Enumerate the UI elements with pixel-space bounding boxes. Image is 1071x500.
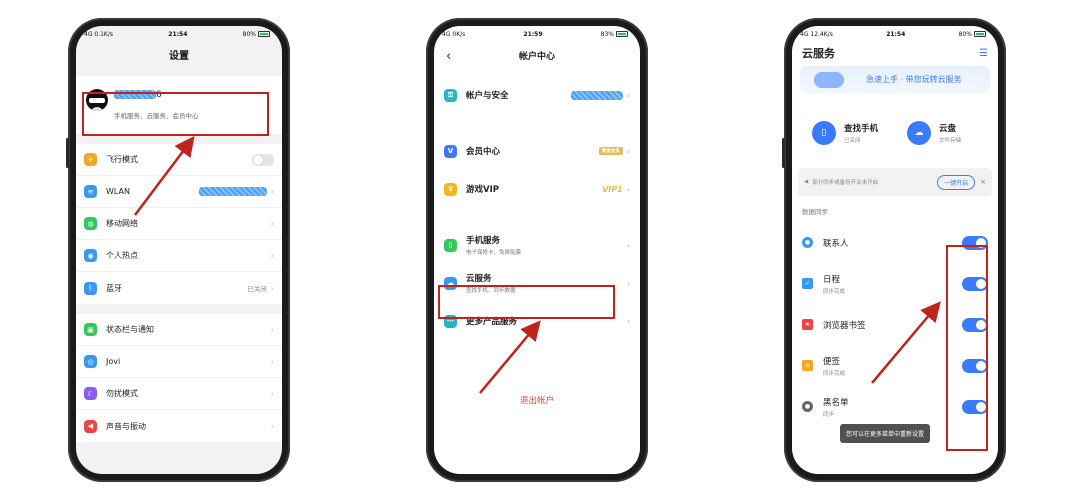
feature-tiles: ▯ 查找手机 已关闭 ☁ 云盘 文件存储 (800, 104, 990, 162)
highlight-box-profile (82, 92, 269, 136)
settings-row-dnd[interactable]: ☾ 勿扰模式 › (76, 378, 282, 410)
settings-row-mobile-network[interactable]: ◍ 移动网络 › (76, 208, 282, 240)
status-bar: 4G 0.1K/s 21:54 80% (76, 26, 282, 42)
airplane-toggle[interactable] (252, 153, 274, 166)
row-game-vip[interactable]: ♛ 游戏VIP VIP1 › (434, 170, 640, 208)
tutorial-banner[interactable]: 急速上手 · 带您玩转云服务 (800, 66, 990, 94)
settings-row-bluetooth[interactable]: ᛒ 蓝牙 已关闭 › (76, 272, 282, 304)
airplane-icon: ✈ (84, 153, 97, 166)
settings-row-wlan[interactable]: ≋ WLAN › (76, 176, 282, 208)
row-phone-service[interactable]: ▯ 手机服务 电子保修卡、免费贴膜 › (434, 226, 640, 264)
menu-icon[interactable]: ☰ (979, 48, 988, 59)
chevron-right-icon: › (270, 421, 274, 431)
tile-find-phone[interactable]: ▯ 查找手机 已关闭 (800, 104, 895, 162)
chevron-right-icon: › (270, 283, 274, 293)
vip-level: VIP1 (602, 184, 623, 194)
chevron-right-icon: › (626, 278, 630, 288)
row-account-security[interactable]: ⚿ 帐户与安全 › (434, 76, 640, 114)
page-header: 云服务 ☰ (792, 42, 998, 64)
settings-row-statusbar[interactable]: ▣ 状态栏与通知 › (76, 314, 282, 346)
cloud-drive-icon: ☁ (907, 121, 931, 145)
settings-row-airplane[interactable]: ✈ 飞行模式 (76, 144, 282, 176)
contact-icon: ● (802, 237, 813, 248)
member-badge: 黄金会员 (598, 147, 623, 155)
back-arrow-icon[interactable]: ‹ (446, 42, 451, 72)
key-icon: ⚿ (444, 88, 457, 102)
notification-icon: ▣ (84, 323, 97, 336)
chevron-right-icon: › (270, 187, 274, 196)
calendar-icon: ✓ (802, 278, 813, 289)
globe-icon: ◍ (84, 217, 97, 230)
user-block-icon: ● (802, 401, 813, 412)
page-title: 帐户中心 (518, 52, 555, 62)
tile-cloud-drive[interactable]: ☁ 云盘 文件存储 (895, 104, 990, 162)
enable-all-button[interactable]: 一键开启 (937, 174, 976, 190)
page-title: 设置 (169, 51, 189, 62)
logout-button[interactable]: 退出帐户 (434, 394, 640, 406)
page-title: 云服务 (802, 47, 835, 60)
section-title: 数据同步 (802, 208, 828, 216)
status-bar: 4G 0K/s 21:59 83% (434, 26, 640, 42)
phone-account-center: 4G 0K/s 21:59 83% ‹ 帐户中心 ⚿ 帐户与安全 › V 会员中… (426, 18, 648, 482)
account-center-screen: 4G 0K/s 21:59 83% ‹ 帐户中心 ⚿ 帐户与安全 › V 会员中… (434, 26, 640, 474)
vip-v-icon: V (444, 144, 457, 158)
bluetooth-icon: ᛒ (84, 281, 97, 295)
highlight-box-toggles (946, 245, 988, 451)
settings-row-sound[interactable]: ◀ 声音与振动 › (76, 410, 282, 442)
chevron-right-icon: › (270, 325, 274, 334)
chevron-right-icon: › (270, 389, 274, 398)
speaker-icon: ◀ (804, 179, 809, 185)
speaker-icon: ◀ (84, 419, 97, 433)
crown-icon: ♛ (444, 182, 457, 196)
chevron-right-icon: › (626, 316, 630, 326)
page-header: ‹ 帐户中心 (434, 42, 640, 72)
settings-group-network: ✈ 飞行模式 ≋ WLAN › ◍ 移动网络 › ◉ 个人热点 › ᛒ 蓝牙 已… (76, 144, 282, 304)
jovi-icon: ◎ (84, 355, 97, 368)
chevron-right-icon: › (626, 240, 630, 250)
status-bar: 4G 12.4K/s 21:54 80% (792, 26, 998, 42)
bookmark-icon: ★ (802, 319, 813, 330)
settings-row-jovi[interactable]: ◎ Jovi › (76, 346, 282, 378)
phone-icon: ▯ (444, 238, 457, 252)
settings-row-hotspot[interactable]: ◉ 个人热点 › (76, 240, 282, 272)
settings-group-general: ▣ 状态栏与通知 › ◎ Jovi › ☾ 勿扰模式 › ◀ 声音与振动 › (76, 314, 282, 442)
sync-notice: ◀ 部分同步或备份开关未开启 一键开启 × (798, 168, 992, 196)
note-icon: ≡ (802, 360, 813, 371)
battery-icon (616, 31, 628, 37)
phone-settings: 4G 0.1K/s 21:54 80% 设置 6 手机服务、云服务、会员中心 ✈… (66, 18, 290, 482)
hotspot-icon: ◉ (84, 249, 97, 262)
moon-icon: ☾ (84, 387, 97, 400)
row-member-center[interactable]: V 会员中心 黄金会员 › (434, 132, 640, 170)
toast-message: 您可以在更多菜单中重新设置 (840, 424, 931, 443)
chevron-right-icon: › (626, 184, 630, 194)
battery-icon (973, 31, 986, 37)
wifi-icon: ≋ (84, 185, 97, 198)
chevron-right-icon: › (626, 90, 630, 100)
chevron-right-icon: › (626, 146, 630, 156)
find-phone-icon: ▯ (812, 121, 836, 145)
battery-icon (258, 31, 270, 37)
cloud-illustration (814, 72, 844, 88)
chevron-right-icon: › (270, 357, 274, 366)
chevron-right-icon: › (270, 219, 274, 228)
chevron-right-icon: › (270, 251, 274, 260)
highlight-box-cloud-service (438, 285, 615, 319)
close-icon[interactable]: × (980, 178, 986, 186)
